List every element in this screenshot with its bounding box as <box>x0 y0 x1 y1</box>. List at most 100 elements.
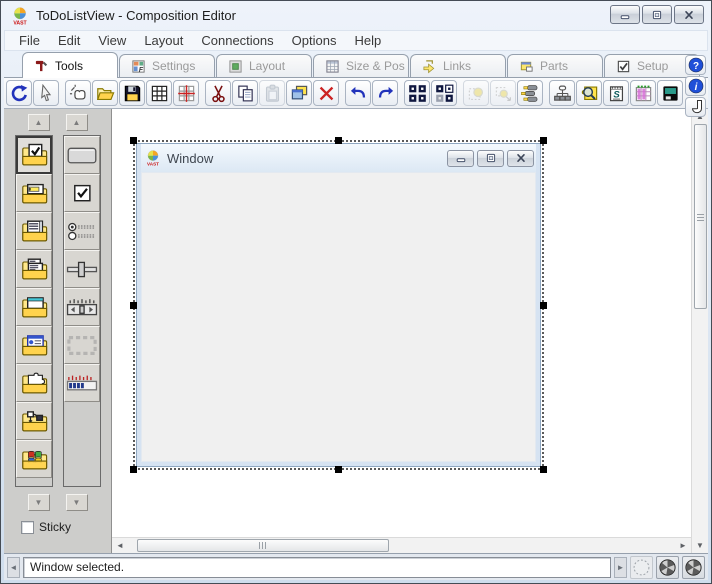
palette-folder-os-widgets-button[interactable] <box>16 440 52 478</box>
align-grid-button[interactable] <box>404 80 430 106</box>
morph-button[interactable] <box>490 80 516 106</box>
menu-help[interactable]: Help <box>345 32 390 49</box>
connections-button[interactable] <box>517 80 543 106</box>
undo-button[interactable] <box>345 80 371 106</box>
hook-button[interactable] <box>685 97 706 117</box>
table-columns-button[interactable] <box>630 80 656 106</box>
info-button[interactable]: i <box>685 76 706 96</box>
duplicate-button[interactable] <box>286 80 312 106</box>
tab-layout[interactable]: Layout <box>216 54 312 77</box>
vertical-scroll-thumb[interactable] <box>694 124 707 309</box>
status-scroll-left-button[interactable]: ◄ <box>7 557 20 578</box>
status-scroll-right-button[interactable]: ► <box>614 557 627 578</box>
redo-button[interactable] <box>372 80 398 106</box>
palette-folder-dialogs-button[interactable] <box>16 326 52 364</box>
minimize-icon <box>456 153 466 163</box>
new-part-button[interactable] <box>65 80 91 106</box>
menu-file[interactable]: File <box>10 32 49 49</box>
palette-folder-menus-button[interactable] <box>16 250 52 288</box>
paste-button[interactable] <box>259 80 285 106</box>
refresh-button[interactable] <box>6 80 32 106</box>
design-canvas[interactable]: VAST Window <box>112 109 691 537</box>
palette-folder-connections-button[interactable] <box>16 402 52 440</box>
script-button[interactable]: S <box>603 80 629 106</box>
browse-parts-button[interactable] <box>576 80 602 106</box>
grid-button[interactable] <box>146 80 172 106</box>
category-scroll-down-button[interactable]: ▼ <box>28 494 50 511</box>
vast-logo-icon: VAST <box>145 150 161 166</box>
menu-layout[interactable]: Layout <box>135 32 192 49</box>
browse-parts-icon <box>580 84 599 103</box>
selection-handle[interactable] <box>335 137 342 144</box>
selection-handle[interactable] <box>540 137 547 144</box>
palette-push-button-button[interactable] <box>64 136 100 174</box>
tab-tools[interactable]: Tools <box>22 52 118 78</box>
minimize-button[interactable] <box>447 150 474 167</box>
layout-icon <box>228 59 243 74</box>
palette-folder-composition-button[interactable] <box>16 364 52 402</box>
parts-scroll-down-button[interactable]: ▼ <box>66 494 88 511</box>
push-button-icon <box>66 145 98 166</box>
selection-handle[interactable] <box>130 466 137 473</box>
selection-handle[interactable] <box>335 466 342 473</box>
help-button[interactable]: ? <box>685 55 706 75</box>
category-scroll-up-button[interactable]: ▲ <box>28 114 50 131</box>
close-button[interactable] <box>674 5 704 24</box>
selection-handle[interactable] <box>540 302 547 309</box>
hierarchy-button[interactable] <box>549 80 575 106</box>
cut-button[interactable] <box>205 80 231 106</box>
palette-folder-data-entry-button[interactable] <box>16 174 52 212</box>
maximize-button[interactable] <box>477 150 504 167</box>
menu-options[interactable]: Options <box>283 32 346 49</box>
menu-connections[interactable]: Connections <box>192 32 282 49</box>
palette-spin-button-button[interactable] <box>64 288 100 326</box>
tab-parts[interactable]: Parts <box>507 54 603 77</box>
palette-scale-button[interactable] <box>64 364 100 402</box>
delete-button[interactable] <box>313 80 339 106</box>
window-widget[interactable]: VAST Window <box>136 143 541 467</box>
tab-size-pos[interactable]: Size & Pos <box>313 54 409 77</box>
scroll-right-button[interactable]: ► <box>675 538 691 553</box>
palette-folder-canvas-button[interactable] <box>16 288 52 326</box>
parts-scroll-up-button[interactable]: ▲ <box>66 114 88 131</box>
menu-edit[interactable]: Edit <box>49 32 89 49</box>
selection-handle[interactable] <box>130 137 137 144</box>
monitor-button[interactable] <box>657 80 683 106</box>
vertical-scrollbar[interactable]: ▲ ▼ <box>691 109 708 553</box>
palette-radio-button-button[interactable] <box>64 212 100 250</box>
palette-group-box-button[interactable] <box>64 326 100 364</box>
grid-snap-button[interactable] <box>173 80 199 106</box>
scroll-down-button[interactable]: ▼ <box>692 538 708 553</box>
selection-handle[interactable] <box>130 302 137 309</box>
pointer-button[interactable] <box>33 80 59 106</box>
menu-view[interactable]: View <box>89 32 135 49</box>
maximize-button[interactable] <box>642 5 672 24</box>
parts-column <box>63 135 101 487</box>
palette-folder-lists-button[interactable] <box>16 212 52 250</box>
svg-text:i: i <box>694 82 697 93</box>
palette-folder-buttons-button[interactable] <box>16 136 52 174</box>
tab-settings[interactable]: FSettings <box>119 54 215 77</box>
palette-check-box-button[interactable] <box>64 174 100 212</box>
close-button[interactable] <box>507 150 534 167</box>
radio-button-icon <box>66 221 98 242</box>
copy-button[interactable] <box>232 80 258 106</box>
minimize-button[interactable] <box>610 5 640 24</box>
pie-indicator[interactable] <box>656 556 679 579</box>
open-folder-button[interactable] <box>92 80 118 106</box>
svg-text:F: F <box>139 66 144 73</box>
widget-client-area[interactable] <box>141 172 536 462</box>
scroll-left-button[interactable]: ◄ <box>112 538 128 553</box>
distribute-grid-button[interactable] <box>431 80 457 106</box>
tab-bar: ToolsFSettingsLayoutSize & PosLinksParts… <box>4 51 708 78</box>
tab-links[interactable]: Links <box>410 54 506 77</box>
widget-title-bar[interactable]: VAST Window <box>141 144 536 172</box>
horizontal-scroll-thumb[interactable] <box>137 539 389 552</box>
pie-indicator[interactable] <box>682 556 705 579</box>
selection-handle[interactable] <box>540 466 547 473</box>
sticky-checkbox[interactable] <box>21 521 34 534</box>
palette-slider-button[interactable] <box>64 250 100 288</box>
horizontal-scrollbar[interactable]: ◄ ► <box>112 537 691 553</box>
tear-off-button[interactable] <box>463 80 489 106</box>
save-button[interactable] <box>119 80 145 106</box>
